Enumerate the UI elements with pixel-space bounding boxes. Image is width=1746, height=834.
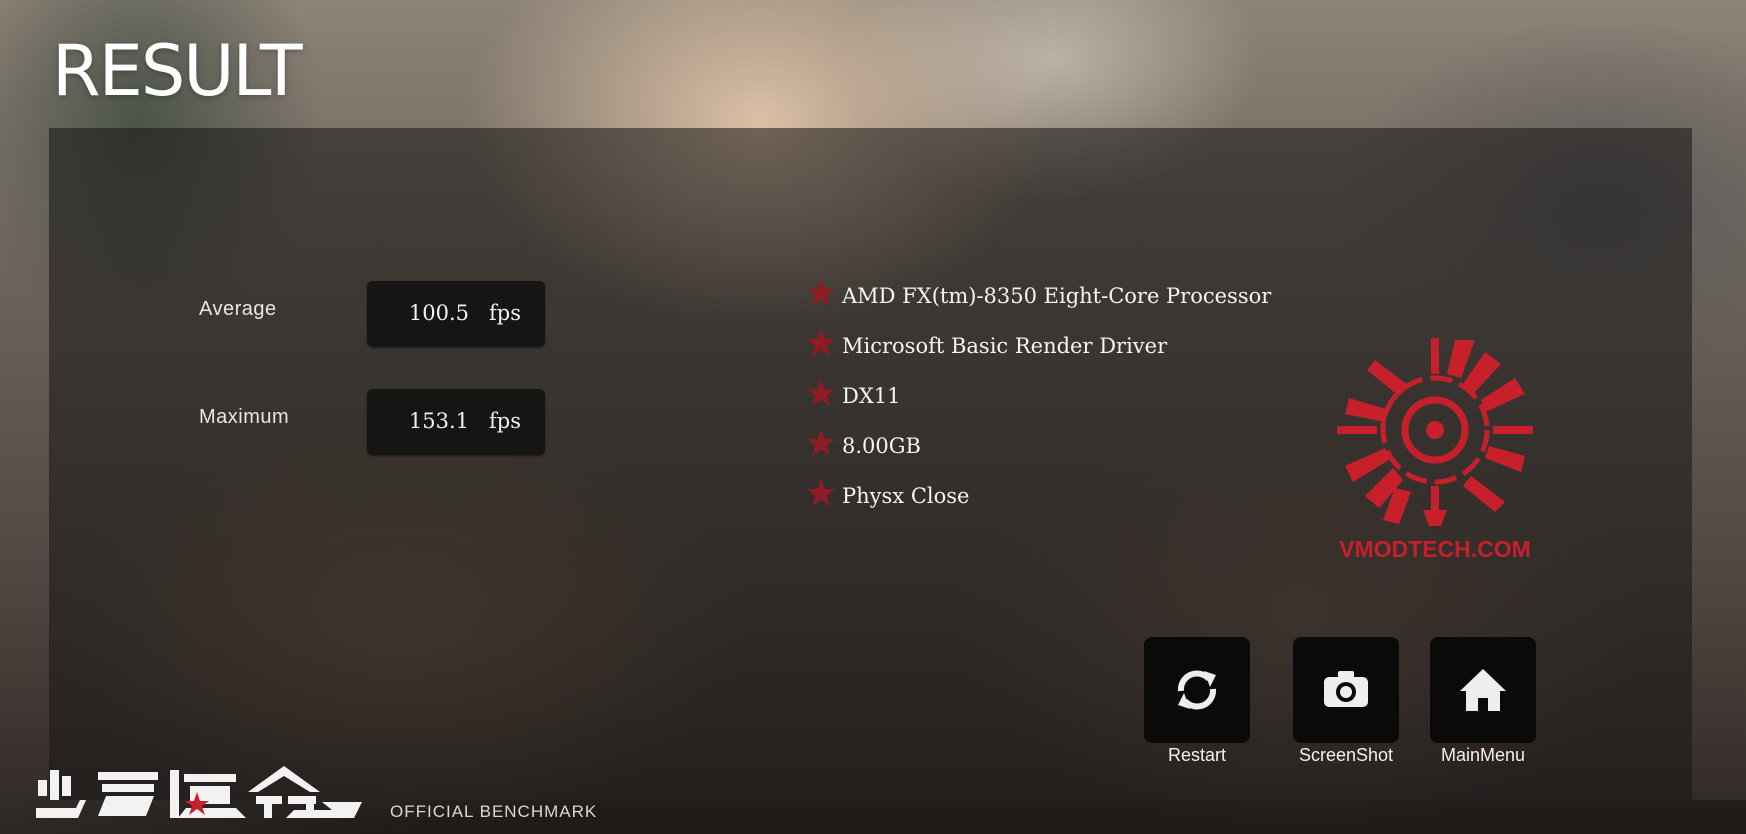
official-benchmark-label: OFFICIAL BENCHMARK xyxy=(390,802,598,821)
spec-text: 8.00GB xyxy=(842,434,921,458)
restart-button[interactable] xyxy=(1144,637,1250,743)
star-icon xyxy=(807,279,835,306)
maximum-value: 153.1 xyxy=(408,409,469,433)
vmodtech-watermark-logo: VMODTECH.COM xyxy=(1337,338,1533,562)
main-menu-button-label[interactable]: MainMenu xyxy=(1413,745,1553,766)
spec-text: Microsoft Basic Render Driver xyxy=(842,334,1168,358)
spec-text: DX11 xyxy=(842,384,901,408)
page-title: RESULT xyxy=(52,30,303,112)
maximum-unit: fps xyxy=(489,409,521,433)
spec-text: AMD FX(tm)-8350 Eight-Core Processor xyxy=(842,284,1272,308)
spec-text: Physx Close xyxy=(842,484,970,508)
screenshot-button-label[interactable]: ScreenShot xyxy=(1276,745,1416,766)
watermark-text: VMODTECH.COM xyxy=(1339,536,1531,562)
screenshot-button[interactable] xyxy=(1293,637,1399,743)
average-label: Average xyxy=(199,298,277,320)
star-icon xyxy=(807,329,835,356)
maximum-label: Maximum xyxy=(199,406,290,428)
average-value-box: 100.5 fps xyxy=(367,281,545,347)
star-icon xyxy=(807,379,835,406)
game-logo xyxy=(36,766,362,818)
restart-icon xyxy=(1177,670,1217,710)
home-icon xyxy=(1460,669,1506,711)
restart-button-label[interactable]: Restart xyxy=(1127,745,1267,766)
camera-icon xyxy=(1324,671,1368,707)
star-icon xyxy=(807,429,835,456)
main-menu-button[interactable] xyxy=(1430,637,1536,743)
maximum-value-box: 153.1 fps xyxy=(367,389,545,455)
star-icon xyxy=(807,479,835,506)
average-unit: fps xyxy=(489,301,521,325)
average-value: 100.5 xyxy=(408,301,469,325)
